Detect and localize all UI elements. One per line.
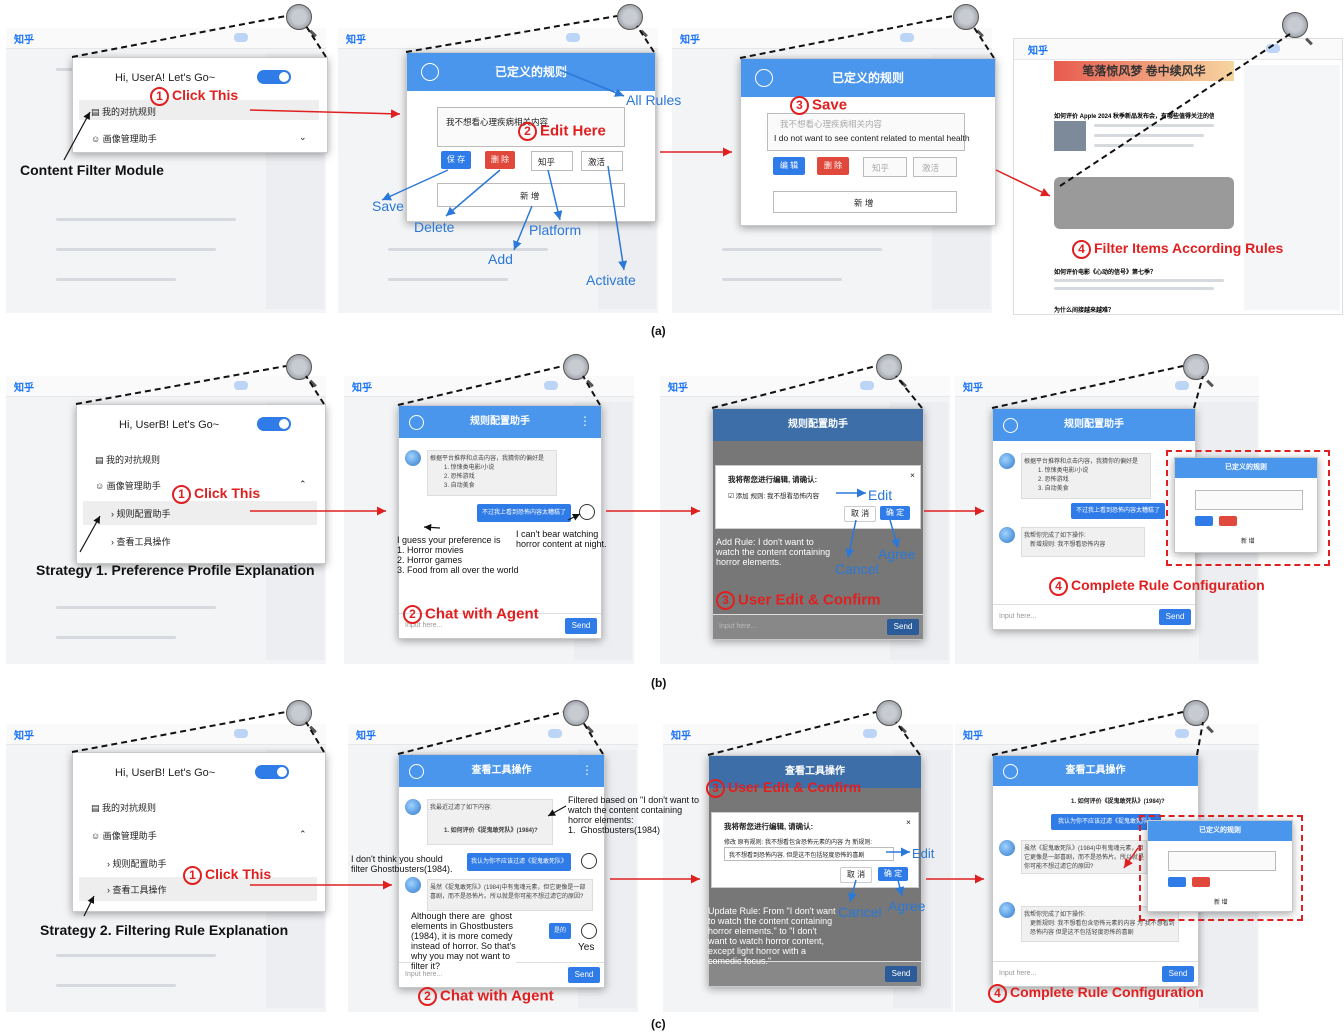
connector-arrows [63, 15, 1291, 917]
